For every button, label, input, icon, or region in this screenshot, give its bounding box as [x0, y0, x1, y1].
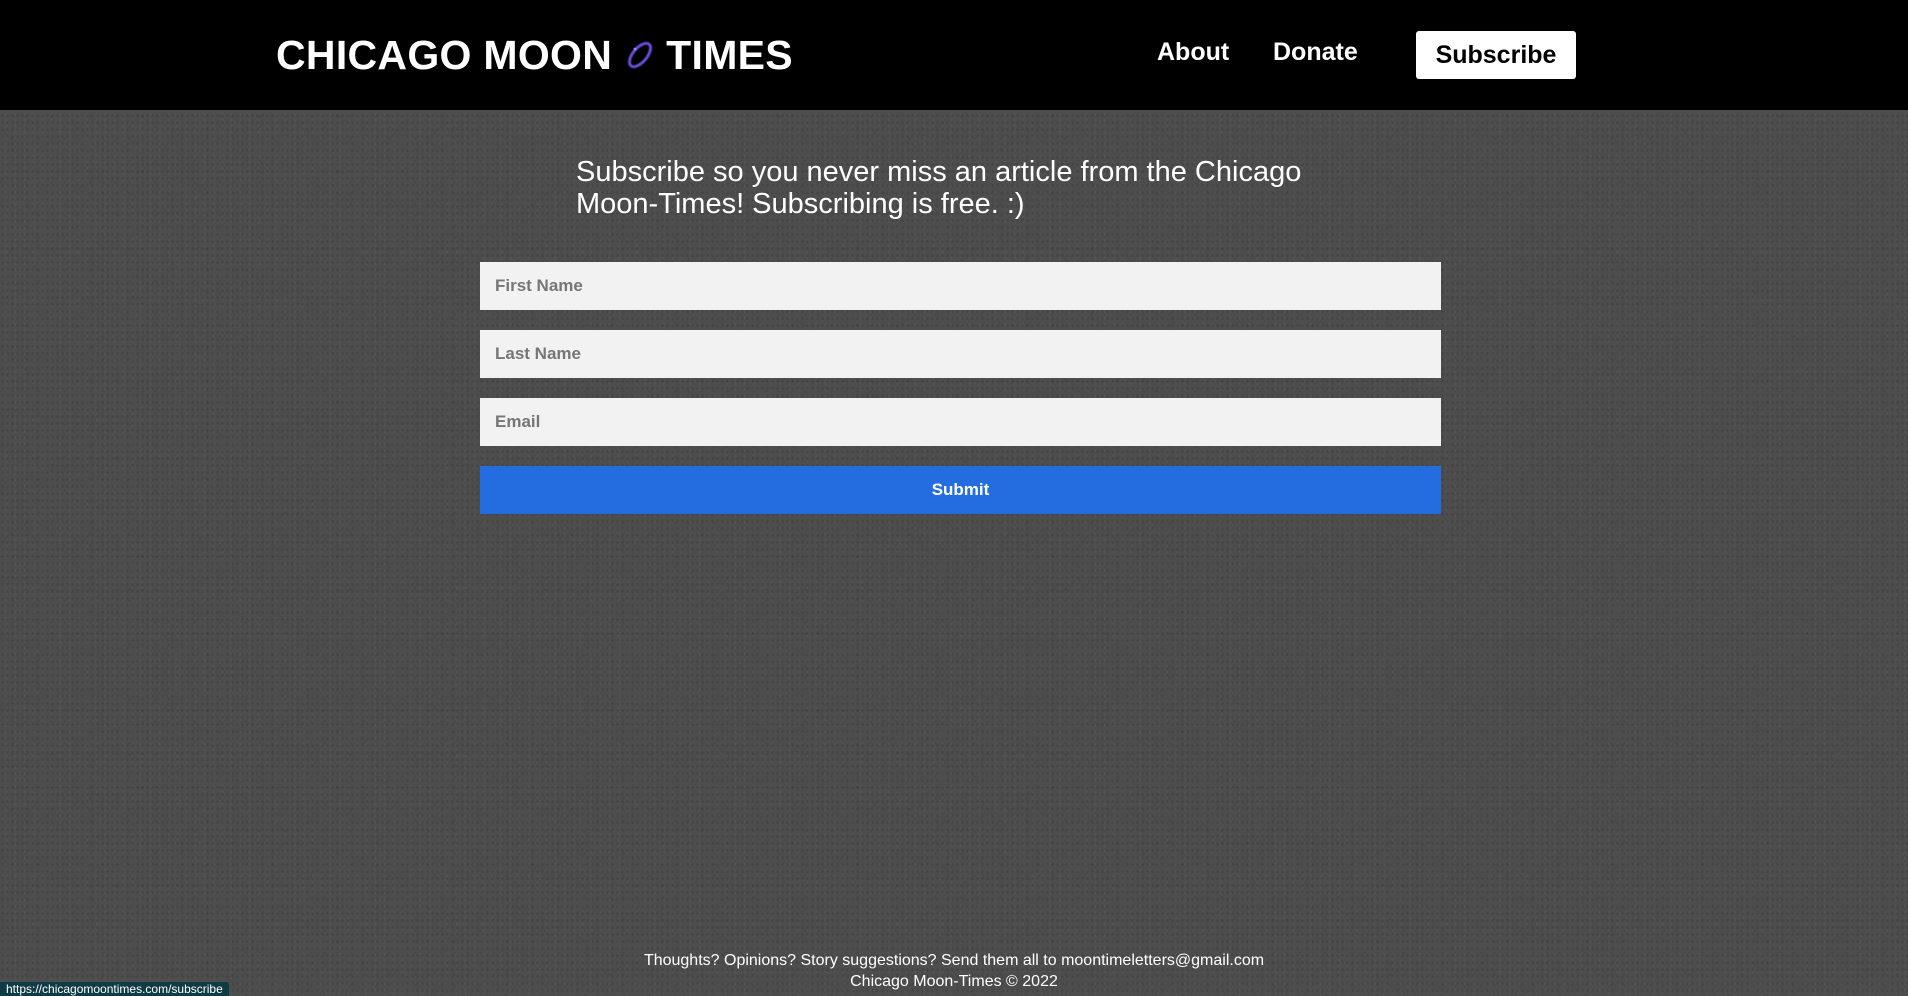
last-name-field[interactable]: [480, 330, 1441, 378]
first-name-field[interactable]: [480, 262, 1441, 310]
footer-copyright: Chicago Moon-Times © 2022: [850, 973, 1058, 990]
submit-button[interactable]: Submit: [480, 466, 1441, 514]
email-field[interactable]: [480, 398, 1441, 446]
site-footer: Thoughts? Opinions? Story suggestions? S…: [0, 950, 1908, 992]
footer-contact-line: Thoughts? Opinions? Story suggestions? S…: [643, 952, 1265, 969]
planet-icon: [623, 37, 657, 73]
subscribe-intro-text: Subscribe so you never miss an article f…: [576, 156, 1302, 220]
nav-about-link[interactable]: About: [1157, 38, 1229, 67]
site-header: CHICAGO MOON TIMES About Donate Subscrib…: [0, 0, 1908, 110]
site-logo[interactable]: CHICAGO MOON TIMES: [276, 30, 793, 80]
logo-text-right: TIMES: [666, 31, 793, 78]
nav-donate-link[interactable]: Donate: [1273, 38, 1358, 67]
link-status-url: https://chicagomoontimes.com/subscribe: [0, 982, 229, 996]
logo-text-left: CHICAGO MOON: [276, 31, 613, 78]
nav-subscribe-button[interactable]: Subscribe: [1416, 31, 1576, 79]
